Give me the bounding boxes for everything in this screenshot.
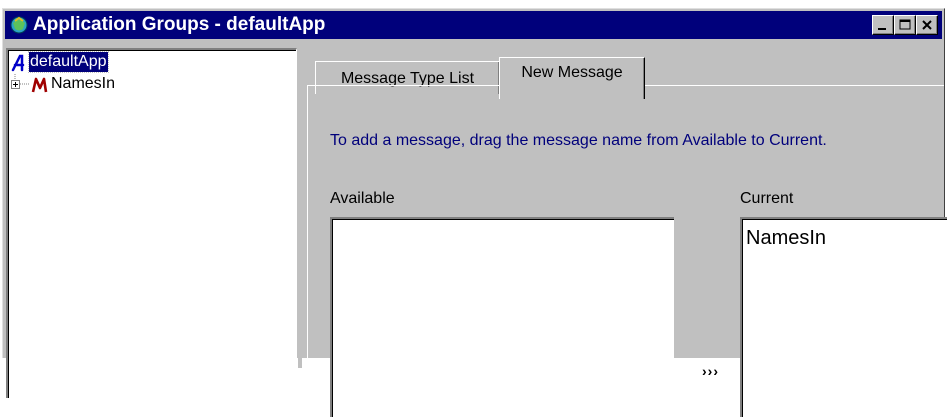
window-controls [872,15,938,35]
application-tree[interactable]: defaultApp NamesIn [6,48,297,398]
minimize-button[interactable] [872,15,894,35]
application-groups-icon [10,16,28,34]
window-title: Application Groups - defaultApp [33,14,326,35]
list-item[interactable]: NamesIn [746,227,826,250]
close-button[interactable] [916,15,938,35]
message-panel: Message Type List New Message To add a m… [307,49,947,417]
minimize-icon [878,28,886,30]
A-app-icon [11,54,25,72]
available-list[interactable] [330,217,674,417]
plus-icon[interactable] [11,80,20,89]
instruction-text: To add a message, drag the message name … [330,132,827,149]
maximize-icon [899,19,911,30]
move-to-current-button[interactable]: ››› [702,363,719,379]
close-icon [922,20,932,30]
tree-item-label: NamesIn [51,75,116,92]
M-message-icon [31,77,48,93]
tab-label: New Message [521,64,623,81]
current-label: Current [740,190,794,207]
current-list[interactable]: NamesIn [740,217,947,417]
title-bar[interactable]: Application Groups - defaultApp [5,11,942,39]
tab-content: To add a message, drag the message name … [307,85,947,417]
available-label: Available [330,190,395,207]
maximize-button[interactable] [894,15,916,35]
panel-splitter[interactable] [298,48,302,368]
tab-new-message[interactable]: New Message [499,57,645,99]
application-groups-window: Application Groups - defaultApp defaultA… [2,8,947,417]
tree-item-label: defaultApp [28,51,109,73]
